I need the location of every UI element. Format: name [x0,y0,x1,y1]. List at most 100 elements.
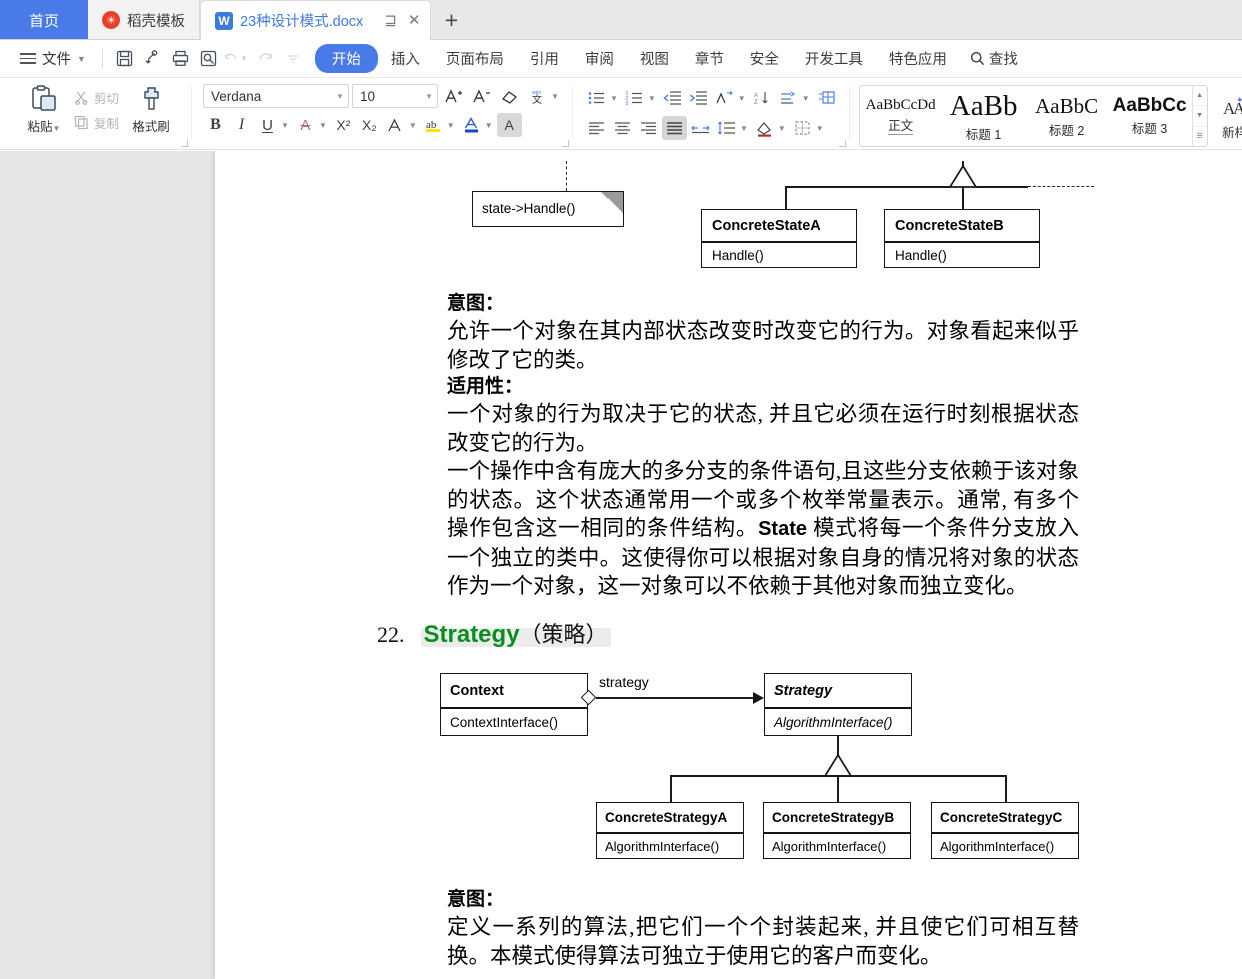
align-right-button[interactable] [636,116,661,140]
page-content: state->Handle() ConcreteStateA Handle() … [215,151,1242,979]
shading-button[interactable]: ▼ [752,116,789,140]
pinyin-button[interactable]: wén 文 ▼ [525,84,562,108]
undo-icon[interactable]: ▼ [223,45,251,73]
chevron-down-icon[interactable]: ▼ [801,94,813,103]
decrease-indent-button[interactable] [660,86,685,110]
font-color-button[interactable]: ▼ [459,113,496,137]
chevron-down-icon[interactable]: ▼ [318,121,330,130]
ribbon-tab-apps[interactable]: 特色应用 [876,44,960,73]
print-preview-icon[interactable] [195,45,223,73]
align-left-button[interactable] [584,116,609,140]
chevron-down-icon[interactable]: ▼ [647,94,659,103]
copy-button[interactable]: 复制 [70,111,123,134]
cut-button[interactable]: 剪切 [70,86,123,109]
file-menu-button[interactable]: 文件 ▼ [12,45,94,73]
paragraph-layout-button[interactable] [814,86,839,110]
chevron-down-icon[interactable]: ▼ [484,121,496,130]
print-icon[interactable] [167,45,195,73]
format-painter-button[interactable]: 格式刷 [123,81,179,135]
chevron-down-icon[interactable]: ▼ [609,94,621,103]
new-tab-button[interactable]: + [431,0,471,40]
ribbon-tab-reference[interactable]: 引用 [517,44,572,73]
format-painter-label: 格式刷 [132,120,170,134]
style-item-heading-3[interactable]: AaBbCc 标题 3 [1109,86,1192,146]
paste-button[interactable]: 粘贴▼ [18,81,70,135]
align-justify-button[interactable] [661,116,687,140]
subscript-button[interactable]: X₂ [357,113,382,137]
bold-button[interactable]: B [203,113,228,137]
style-item-body[interactable]: AaBbCcDd 正文 [860,86,943,146]
chevron-down-icon[interactable]: ▼ [280,121,292,130]
style-scroll-down-icon[interactable]: ▼ [1192,106,1207,127]
sync-icon[interactable] [139,45,167,73]
strikethrough-button[interactable]: A ▼ [293,113,330,137]
chevron-down-icon[interactable]: ▼ [737,94,749,103]
increase-indent-button[interactable] [686,86,711,110]
bullet-list-button[interactable]: ▼ [584,86,621,110]
heading-english: Strategy [423,621,520,648]
undo-dropdown-icon[interactable]: ▼ [239,54,251,63]
style-item-heading-1[interactable]: AaBb 标题 1 [943,86,1026,146]
tab-docer-template[interactable]: ☀ 稻壳模板 [88,0,200,40]
clear-format-button[interactable] [497,84,522,108]
chevron-down-icon[interactable]: ▼ [419,92,433,101]
new-style-button[interactable]: A A ✦ 新样 [1212,90,1242,141]
sort-button[interactable]: AZ [750,86,775,110]
ribbon-tab-view[interactable]: 视图 [627,44,682,73]
line-spacing-button[interactable]: ▼ [714,116,751,140]
chevron-down-icon[interactable]: ▼ [408,121,420,130]
save-icon[interactable] [111,45,139,73]
ribbon-tab-devtools[interactable]: 开发工具 [792,44,876,73]
paragraph-dialog-launcher[interactable] [838,140,846,147]
search-button[interactable]: 查找 [960,44,1028,73]
ribbon-tab-start[interactable]: 开始 [314,44,378,73]
style-item-heading-2[interactable]: AaBbC 标题 2 [1026,86,1109,146]
font-family-input[interactable]: Verdana ▼ [203,84,350,108]
ribbon-tab-review[interactable]: 审阅 [572,44,627,73]
char-border-button[interactable]: ▼ [383,113,420,137]
ribbon-tab-security[interactable]: 安全 [737,44,792,73]
pinyin-guide-button[interactable]: ▼ [712,86,749,110]
font-row-bottom: B I U ▼ A ▼ X² X₂ ▼ ab ▼ ▼ A [203,113,522,137]
ribbon-tab-insert[interactable]: 插入 [378,44,433,73]
shrink-font-button[interactable] [469,84,494,108]
tab-document[interactable]: W 23种设计模式.docx ⊒ ✕ [200,0,432,40]
chevron-down-icon[interactable]: ▼ [550,92,562,101]
document-page[interactable]: state->Handle() ConcreteStateA Handle() … [215,151,1242,979]
align-center-button[interactable] [610,116,635,140]
char-shading-button[interactable]: A [496,113,522,137]
borders-button[interactable]: ▼ [790,116,827,140]
strategy-pattern-text[interactable]: 意图： 定义一系列的算法,把它们一个个封装起来, 并且使它们可相互替换。本模式使… [447,887,1079,970]
tab-home[interactable]: 首页 [0,0,88,40]
italic-button[interactable]: I [229,113,254,137]
state-pattern-text[interactable]: 意图： 允许一个对象在其内部状态改变时改变它的行为。对象看起来似乎修改了它的类。… [447,291,1079,601]
distribute-button[interactable] [688,116,713,140]
redo-icon[interactable] [251,45,279,73]
style-expand-icon[interactable]: ☰ [1193,127,1207,146]
cast-screen-icon[interactable]: ⊒ [384,13,397,28]
document-canvas[interactable]: state->Handle() ConcreteStateA Handle() … [0,151,1242,979]
underline-button[interactable]: U ▼ [255,113,292,137]
ribbon-tab-layout[interactable]: 页面布局 [433,44,517,73]
show-marks-button[interactable]: ▼ [776,86,813,110]
ribbon-tab-section[interactable]: 章节 [682,44,737,73]
chevron-down-icon[interactable]: ▼ [739,124,751,133]
grow-font-button[interactable] [441,84,466,108]
numbered-list-button[interactable]: 123 ▼ [622,86,659,110]
uml-operation: ContextInterface() [450,715,559,730]
superscript-button[interactable]: X² [331,113,356,137]
chevron-down-icon[interactable]: ▼ [330,92,344,101]
customize-toolbar-icon[interactable] [279,45,307,73]
chevron-down-icon[interactable]: ▼ [446,121,458,130]
state-connector-h [785,186,950,188]
highlight-button[interactable]: ab ▼ [421,113,458,137]
strategy-heading[interactable]: 22. Strategy（策略） [377,617,611,649]
style-gallery-scroll[interactable]: ▲ ▼ ☰ [1191,86,1207,146]
chevron-down-icon[interactable]: ▼ [815,124,827,133]
chevron-down-icon[interactable]: ▼ [777,124,789,133]
font-dialog-launcher[interactable] [561,140,569,147]
font-size-input[interactable]: 10 ▼ [352,84,439,108]
style-scroll-up-icon[interactable]: ▲ [1192,86,1207,107]
close-tab-icon[interactable]: ✕ [408,13,421,28]
clipboard-dialog-launcher[interactable] [181,140,189,147]
